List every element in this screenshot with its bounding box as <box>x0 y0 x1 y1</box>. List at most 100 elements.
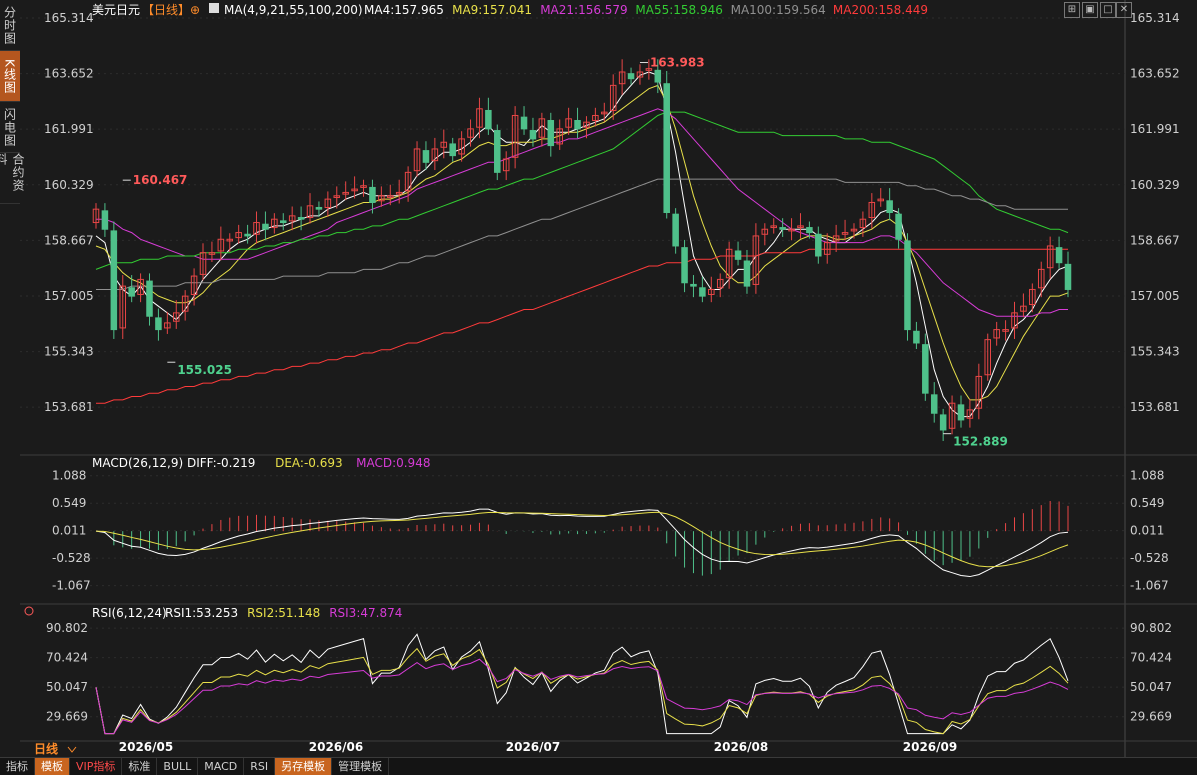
add-indicator-icon: ⊕ <box>190 3 200 17</box>
candle-body <box>494 130 501 173</box>
price-axis-label-left: 161.991 <box>44 122 94 136</box>
macd-axis-label-right: 0.549 <box>1130 496 1164 510</box>
candle-body <box>922 344 929 394</box>
save-template-button[interactable]: 另存模板 <box>275 758 333 775</box>
candle-body <box>743 260 751 287</box>
candle-body <box>146 280 153 317</box>
candle-body <box>547 120 555 147</box>
rsi-settings-icon <box>24 606 34 616</box>
candle-body <box>369 186 376 203</box>
price-axis-label-right: 155.343 <box>1130 345 1180 359</box>
extreme-price-label: 160.467 <box>133 173 188 187</box>
ma-value-label: MA4:157.965 <box>364 3 444 17</box>
macd-axis-label-right: -0.528 <box>1130 551 1169 565</box>
macd-axis-label-right: 1.088 <box>1130 469 1164 483</box>
rsi-axis-label-left: 90.802 <box>46 621 88 635</box>
date-axis-label: 2026/07 <box>506 740 560 754</box>
candle-body <box>886 200 893 214</box>
tab-time-sharing[interactable]: 分时图 <box>0 0 20 51</box>
candle-body <box>957 404 965 421</box>
candle-body <box>654 69 662 83</box>
candle-body <box>422 150 430 163</box>
candle-body <box>520 116 528 130</box>
candle-body <box>930 394 938 414</box>
candle-body <box>101 210 109 230</box>
close-icon[interactable]: ✕ <box>1116 2 1132 18</box>
candle-body <box>734 250 742 260</box>
rsi3-line <box>95 658 1069 735</box>
candle-body <box>262 223 269 230</box>
candle-body <box>280 220 287 224</box>
ma-params: MA(4,9,21,55,100,200) <box>224 3 363 17</box>
candle-body <box>895 213 902 240</box>
price-axis-label-right: 157.005 <box>1130 289 1180 303</box>
symbol-name: 美元日元 <box>92 3 140 17</box>
restore-icon[interactable]: ▣ <box>1082 2 1098 18</box>
ma-settings-icon <box>209 3 219 13</box>
candle-body <box>315 206 323 210</box>
rsi-axis-label-left: 50.047 <box>46 680 88 694</box>
price-axis-label-left: 153.681 <box>44 400 94 414</box>
tab-kline[interactable]: K线图 <box>0 51 20 102</box>
template-button[interactable]: 模板 <box>35 758 70 775</box>
macd-axis-label-left: -0.528 <box>52 551 91 565</box>
macd-value-label: DIFF:-0.219 <box>187 456 255 470</box>
tab-contract-info[interactable]: 合约资料 <box>0 153 25 204</box>
candle-body <box>690 283 697 287</box>
tab-flash[interactable]: 闪电图 <box>0 102 20 153</box>
macd-axis-label-left: 0.549 <box>52 496 86 510</box>
rsi2-line <box>95 647 1069 735</box>
macd-axis-label-right: -1.067 <box>1130 579 1169 593</box>
candle-body <box>574 120 581 130</box>
candle-body <box>110 230 118 331</box>
price-axis-label-left: 160.329 <box>44 178 94 192</box>
bottom-toolbar: 指标 模板 VIP指标 标准 BULL MACD RSI 另存模板 管理模板 <box>0 757 1197 775</box>
side-tabs: 分时图 K线图 闪电图 合约资料 <box>0 0 25 212</box>
candle-body <box>904 240 911 331</box>
extreme-price-label: 163.983 <box>650 56 705 70</box>
candle-body <box>939 414 947 431</box>
candle-body <box>244 233 251 237</box>
rsi-axis-label-right: 29.669 <box>1130 710 1172 724</box>
candle-body <box>529 130 537 140</box>
date-axis-label: 2026/09 <box>903 740 957 754</box>
ma-value-label: MA21:156.579 <box>540 3 628 17</box>
price-axis-label-left: 155.343 <box>44 345 94 359</box>
macd-button[interactable]: MACD <box>198 758 245 775</box>
manage-template-button[interactable]: 管理模板 <box>332 758 390 775</box>
candle-body <box>297 217 305 220</box>
price-axis-label-left: 163.652 <box>44 67 94 81</box>
chart-canvas: 165.314 165.314 163.652 163.652 161.991 161.9… <box>20 0 1197 757</box>
ma-value-label: MA9:157.041 <box>452 3 532 17</box>
candle-body <box>779 227 786 230</box>
period-indicator-label: 日线 <box>34 741 58 756</box>
candle-body <box>913 330 920 344</box>
ma-value-label: MA100:159.564 <box>731 3 826 17</box>
rsi-button[interactable]: RSI <box>244 758 276 775</box>
rsi-axis-label-left: 70.424 <box>46 651 88 665</box>
chevron-down-icon <box>67 746 77 753</box>
rsi-axis-label-right: 50.047 <box>1130 680 1172 694</box>
bull-button[interactable]: BULL <box>157 758 199 775</box>
maximize-icon[interactable]: □ <box>1100 2 1116 18</box>
price-axis-label-left: 157.005 <box>44 289 94 303</box>
rsi-axis-label-right: 70.424 <box>1130 651 1172 665</box>
price-axis-label-left: 158.667 <box>44 233 94 247</box>
candle-body <box>485 109 492 130</box>
standard-button[interactable]: 标准 <box>122 758 158 775</box>
candle-body <box>815 233 822 257</box>
indicator-button[interactable]: 指标 <box>0 758 35 775</box>
price-axis-label-right: 153.681 <box>1130 400 1180 414</box>
candle-body <box>663 83 670 214</box>
candle-body <box>681 247 688 284</box>
candle-body <box>806 227 813 234</box>
grid-icon[interactable]: ⊞ <box>1064 2 1080 18</box>
candle-body <box>1064 263 1072 290</box>
vip-indicator-button[interactable]: VIP指标 <box>70 758 123 775</box>
candle-body <box>627 73 635 80</box>
candle-body <box>155 317 162 331</box>
candle-body <box>128 287 135 297</box>
extreme-price-label: 155.025 <box>177 363 232 377</box>
ma-value-label: MA200:158.449 <box>833 3 928 17</box>
rsi-title: RSI(6,12,24) <box>92 606 167 620</box>
